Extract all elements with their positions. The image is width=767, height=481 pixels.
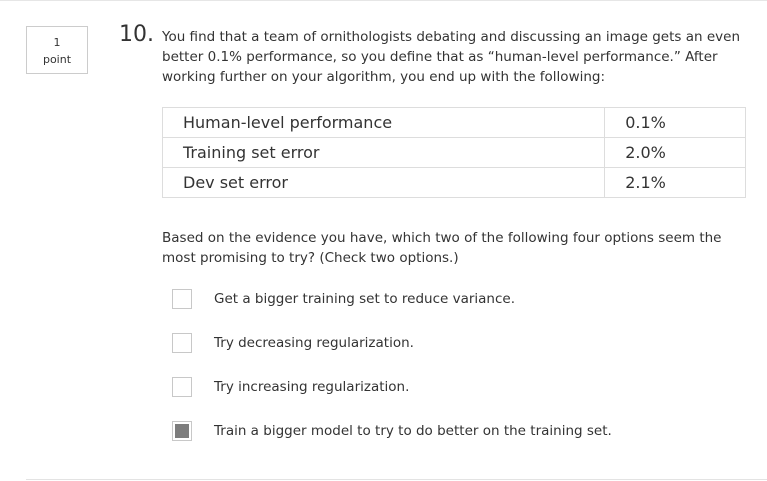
option-label[interactable]: Train a bigger model to try to do better… (214, 423, 612, 439)
option-decrease-regularization[interactable]: Try decreasing regularization. (172, 332, 414, 354)
table-cell-metric: Dev set error (161, 167, 606, 198)
points-unit: point (42, 53, 72, 66)
results-table: Human-level performance 0.1% Training se… (161, 107, 746, 198)
table-cell-metric: Human-level performance (161, 107, 606, 138)
option-checkbox[interactable] (172, 333, 192, 353)
question-number: 10. (119, 22, 154, 47)
option-bigger-model[interactable]: Train a bigger model to try to do better… (172, 420, 612, 442)
table-cell-value: 0.1% (604, 107, 746, 138)
option-checkbox[interactable] (172, 421, 192, 441)
table-cell-metric: Training set error (161, 137, 606, 168)
table-cell-value: 2.1% (604, 167, 746, 198)
question-prompt: Based on the evidence you have, which tw… (162, 230, 722, 266)
table-row: Training set error 2.0% (161, 137, 746, 168)
table-cell-value: 2.0% (604, 137, 746, 168)
points-badge: 1 point (26, 26, 88, 74)
option-checkbox[interactable] (172, 377, 192, 397)
option-label[interactable]: Try decreasing regularization. (214, 335, 414, 351)
table-row: Human-level performance 0.1% (161, 107, 746, 138)
bottom-divider (26, 479, 767, 480)
option-label[interactable]: Try increasing regularization. (214, 379, 409, 395)
points-value: 1 (53, 36, 61, 49)
option-label[interactable]: Get a bigger training set to reduce vari… (214, 291, 515, 307)
top-divider (0, 0, 767, 1)
option-checkbox[interactable] (172, 289, 192, 309)
option-increase-regularization[interactable]: Try increasing regularization. (172, 376, 409, 398)
table-row: Dev set error 2.1% (161, 167, 746, 198)
question-text: You find that a team of ornithologists d… (162, 29, 741, 85)
option-bigger-training-set[interactable]: Get a bigger training set to reduce vari… (172, 288, 515, 310)
